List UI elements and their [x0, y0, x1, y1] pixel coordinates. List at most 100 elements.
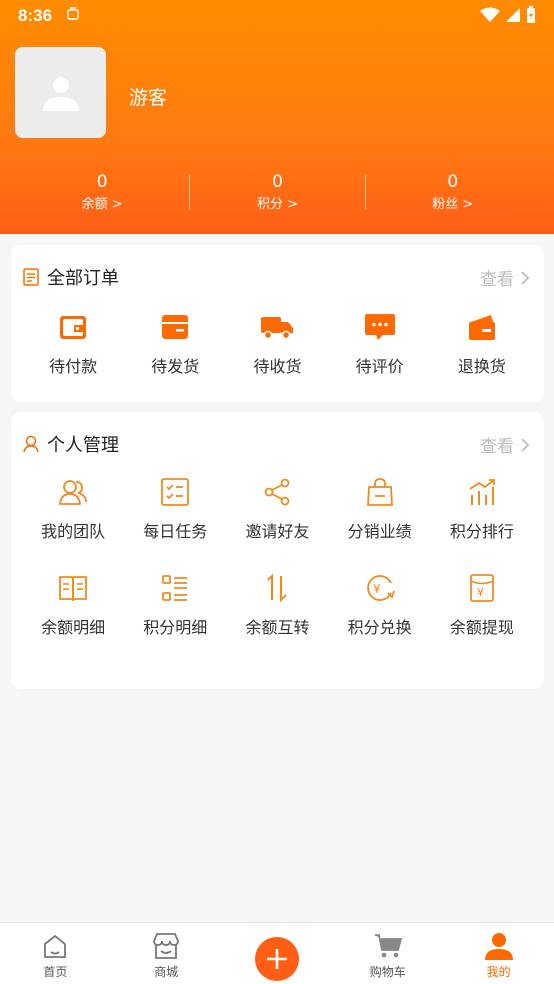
- personal-view-all[interactable]: 查看: [480, 432, 530, 457]
- team-icon: [56, 475, 90, 509]
- personal-header[interactable]: 个人管理 查看: [23, 430, 530, 458]
- share-icon: [260, 475, 294, 509]
- item-label: 待付款: [49, 357, 98, 376]
- view-all-label: 查看: [480, 270, 514, 290]
- item-label: 分销业绩: [347, 522, 412, 541]
- home-icon: [40, 931, 70, 961]
- nav-add[interactable]: [222, 923, 333, 984]
- person-icon: [23, 435, 39, 453]
- item-label: 邀请好友: [245, 522, 310, 541]
- view-all-label: 查看: [480, 437, 514, 457]
- status-bar: 8:36: [0, 0, 554, 32]
- nav-mine[interactable]: 我的: [443, 923, 554, 984]
- item-label: 余额互转: [245, 618, 310, 637]
- transfer-icon: [260, 571, 294, 605]
- stat-points[interactable]: 0 积分 >: [190, 170, 364, 218]
- book-icon: [56, 571, 90, 605]
- personal-grid-row-1: 我的团队 每日任务 邀请好友 分销业绩 积分排行: [22, 475, 533, 542]
- signal-icon: [506, 8, 520, 22]
- truck-icon: [260, 310, 294, 344]
- item-label: 积分兑换: [347, 618, 412, 637]
- points-exchange[interactable]: ¥ 积分兑换: [329, 571, 431, 638]
- item-label: 我的团队: [41, 522, 106, 541]
- user-icon: [484, 931, 514, 961]
- my-team[interactable]: 我的团队: [22, 475, 124, 542]
- balance-details[interactable]: 余额明细: [22, 571, 124, 638]
- item-label: 退换货: [457, 357, 506, 376]
- return-icon: [465, 310, 499, 344]
- bag-icon: [363, 475, 397, 509]
- stat-value: 0: [272, 172, 283, 192]
- list-icon: [158, 571, 192, 605]
- box-icon: [158, 310, 192, 344]
- notification-icon: [67, 7, 79, 20]
- item-label: 待发货: [151, 357, 200, 376]
- orders-title: 全部订单: [47, 268, 119, 289]
- stat-value: 0: [447, 172, 459, 192]
- nav-label: 购物车: [369, 965, 406, 979]
- item-label: 积分明细: [143, 618, 208, 637]
- item-label: 余额提现: [449, 618, 514, 637]
- profile-header: 8:36 游客 0 余额 > 0 积分 > 0 粉丝 >: [0, 0, 554, 234]
- cart-icon: [373, 931, 403, 961]
- stat-fans[interactable]: 0 粉丝 >: [366, 170, 540, 218]
- balance-transfer[interactable]: 余额互转: [226, 571, 328, 638]
- orders-card: 全部订单 查看 待付款 待发货 待收货 待评价 退换货: [11, 245, 544, 402]
- order-pending-receipt[interactable]: 待收货: [226, 310, 328, 377]
- stat-label: 积分 >: [256, 197, 298, 212]
- stat-balance[interactable]: 0 余额 >: [15, 170, 189, 218]
- orders-grid: 待付款 待发货 待收货 待评价 退换货: [22, 310, 533, 377]
- ranking-icon: [465, 475, 499, 509]
- svg-text:¥: ¥: [373, 582, 381, 596]
- item-label: 待评价: [355, 357, 404, 376]
- wifi-icon: [480, 7, 500, 22]
- orders-view-all[interactable]: 查看: [480, 265, 530, 290]
- daily-tasks[interactable]: 每日任务: [124, 475, 226, 542]
- bottom-nav: 首页 商城 购物车 我的: [0, 922, 554, 984]
- avatar[interactable]: [15, 47, 106, 138]
- checklist-icon: [158, 475, 192, 509]
- username[interactable]: 游客: [129, 83, 167, 110]
- stats-bar: 0 余额 > 0 积分 > 0 粉丝 >: [15, 170, 540, 218]
- order-pending-payment[interactable]: 待付款: [22, 310, 124, 377]
- personal-title: 个人管理: [47, 435, 119, 456]
- chevron-right-icon: [521, 270, 530, 285]
- stat-label: 粉丝 >: [432, 197, 474, 212]
- chevron-right-icon: [521, 437, 530, 452]
- points-ranking[interactable]: 积分排行: [431, 475, 533, 542]
- stat-label: 余额 >: [81, 197, 123, 212]
- svg-text:¥: ¥: [477, 586, 484, 599]
- nav-label: 商城: [154, 965, 179, 979]
- order-pending-shipment[interactable]: 待发货: [124, 310, 226, 377]
- status-time: 8:36: [18, 6, 53, 25]
- item-label: 积分排行: [449, 522, 514, 541]
- orders-header[interactable]: 全部订单 查看: [23, 263, 530, 291]
- status-icons: [480, 6, 536, 24]
- points-details[interactable]: 积分明细: [124, 571, 226, 638]
- item-label: 每日任务: [143, 522, 208, 541]
- nav-label: 我的: [486, 965, 511, 979]
- comment-icon: [363, 310, 397, 344]
- order-return[interactable]: 退换货: [431, 310, 533, 377]
- distribution-performance[interactable]: 分销业绩: [329, 475, 431, 542]
- item-label: 待收货: [253, 357, 302, 376]
- item-label: 余额明细: [41, 618, 106, 637]
- nav-label: 首页: [43, 965, 68, 979]
- plus-icon: [254, 937, 299, 981]
- user-placeholder-icon: [42, 76, 79, 111]
- personal-grid-row-2: 余额明细 积分明细 余额互转 ¥ 积分兑换 ¥ 余额提现: [22, 571, 533, 638]
- nav-cart[interactable]: 购物车: [332, 923, 443, 984]
- store-icon: [151, 931, 181, 961]
- nav-store[interactable]: 商城: [111, 923, 222, 984]
- order-pending-review[interactable]: 待评价: [329, 310, 431, 377]
- invite-friends[interactable]: 邀请好友: [226, 475, 328, 542]
- battery-icon: [527, 6, 535, 23]
- nav-home[interactable]: 首页: [0, 923, 111, 984]
- personal-card: 个人管理 查看 我的团队 每日任务 邀请好友 分销业绩 积分排行 余额明细 积分…: [11, 412, 544, 689]
- wallet-icon: [56, 310, 90, 344]
- balance-withdraw[interactable]: ¥ 余额提现: [431, 571, 533, 638]
- stat-value: 0: [96, 172, 108, 192]
- withdraw-icon: ¥: [465, 571, 499, 605]
- exchange-icon: ¥: [363, 571, 397, 605]
- order-list-icon: [23, 268, 39, 286]
